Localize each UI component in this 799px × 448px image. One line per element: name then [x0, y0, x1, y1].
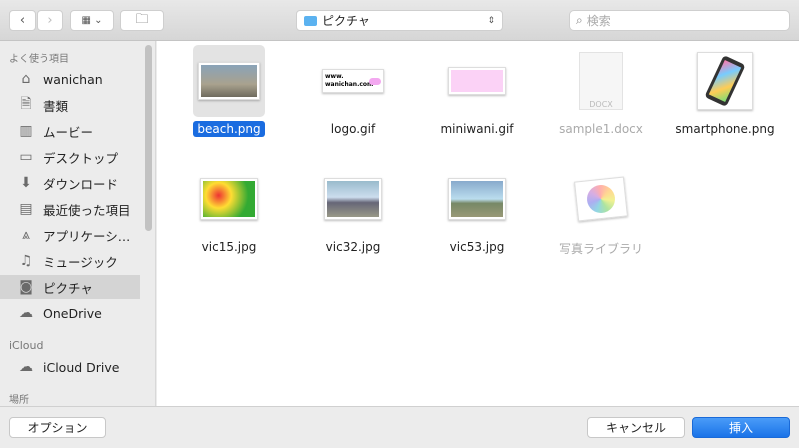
file-thumbnail: www. wanichan.com	[317, 45, 389, 117]
sidebar-item-label: ミュージック	[43, 254, 118, 270]
cloud-icon: ☁	[19, 305, 33, 321]
bottom-bar: オプション キャンセル 挿入	[0, 406, 799, 448]
file-item[interactable]: www. wanichan.com logo.gif	[293, 45, 413, 137]
camera-icon: ◙	[19, 279, 33, 295]
file-thumbnail	[317, 163, 389, 235]
file-thumbnail	[565, 163, 637, 235]
file-grid: beach.png www. wanichan.com logo.gif miniwan…	[157, 41, 799, 406]
applications-icon: ⩓	[22, 227, 30, 243]
sidebar-item-9[interactable]: ☁ OneDrive	[0, 301, 140, 325]
file-name: smartphone.png	[675, 122, 775, 136]
recents-icon: ▤	[19, 201, 33, 217]
updown-chevron-icon: ⇕	[487, 15, 495, 26]
file-item[interactable]: vic32.jpg	[293, 163, 413, 255]
sidebar-item-label: 最近使った項目	[43, 202, 131, 218]
file-name: logo.gif	[330, 122, 376, 136]
sidebar-item-2[interactable]: ▥ ムービー	[0, 119, 140, 143]
search-input[interactable]: ⌕ 検索	[569, 10, 790, 31]
file-item[interactable]: 写真ライブラリ	[541, 163, 661, 258]
cancel-button[interactable]: キャンセル	[587, 417, 685, 438]
sidebar-item-7[interactable]: ♫ ミュージック	[0, 249, 140, 273]
home-icon: ⌂	[21, 71, 31, 87]
back-button[interactable]: ‹	[9, 10, 36, 31]
file-name: vic15.jpg	[201, 240, 257, 254]
file-item[interactable]: DOCX sample1.docx	[541, 45, 661, 137]
sidebar-item-icloud-drive[interactable]: ☁ iCloud Drive	[0, 355, 140, 379]
search-placeholder: 検索	[586, 14, 611, 28]
file-thumbnail	[441, 163, 513, 235]
folder-icon	[304, 15, 317, 26]
file-name: miniwani.gif	[440, 122, 514, 136]
new-folder-button[interactable]: 🗀	[120, 10, 164, 31]
file-thumbnail	[193, 45, 265, 117]
location-label: ピクチャ	[322, 14, 370, 28]
sidebar-scrollbar[interactable]	[145, 45, 152, 231]
sidebar-item-4[interactable]: ⬇ ダウンロード	[0, 171, 140, 195]
sidebar-item-label: OneDrive	[43, 305, 102, 321]
places-header: 場所	[9, 395, 29, 406]
documents-icon: 🗎	[20, 96, 32, 112]
desktop-icon: ▭	[19, 149, 33, 165]
chevron-left-icon: ‹	[19, 13, 26, 28]
sidebar-item-6[interactable]: ⩓ アプリケーシ…	[0, 223, 140, 247]
file-name: sample1.docx	[559, 122, 643, 136]
logo-image: www. wanichan.com	[322, 69, 384, 93]
forward-button[interactable]: ›	[37, 10, 63, 31]
favorites-header: よく使う項目	[9, 54, 69, 65]
file-item[interactable]: smartphone.png	[665, 45, 785, 137]
sidebar-item-1[interactable]: 🗎 書類	[0, 93, 140, 117]
sidebar-item-label: デスクトップ	[43, 150, 119, 166]
view-mode-button[interactable]: ▦ ⌄	[70, 10, 114, 31]
sidebar-item-0[interactable]: ⌂ wanichan	[0, 67, 140, 91]
location-popup[interactable]: ピクチャ ⇕	[296, 10, 503, 31]
file-name: vic32.jpg	[325, 240, 381, 254]
file-item[interactable]: vic53.jpg	[417, 163, 537, 255]
file-name: vic53.jpg	[449, 240, 505, 254]
sidebar-item-label: アプリケーシ…	[43, 228, 131, 244]
icloud-header: iCloud	[9, 339, 44, 352]
sidebar-item-5[interactable]: ▤ 最近使った項目	[0, 197, 140, 221]
file-thumbnail	[441, 45, 513, 117]
file-thumbnail	[689, 45, 761, 117]
sidebar-item-label: 書類	[43, 98, 69, 114]
sidebar-item-label: wanichan	[43, 71, 103, 87]
film-icon: ▥	[19, 123, 33, 139]
file-item[interactable]: vic15.jpg	[169, 163, 289, 255]
search-icon: ⌕	[576, 13, 583, 27]
file-name: beach.png	[193, 121, 265, 137]
sidebar-item-label: ダウンロード	[43, 176, 119, 192]
chevron-right-icon: ›	[47, 13, 53, 28]
file-thumbnail	[193, 163, 265, 235]
sidebar-item-8[interactable]: ◙ ピクチャ	[0, 275, 140, 299]
sidebar: よく使う項目 ⌂ wanichan 🗎 書類 ▥ ムービー ▭ デスクトップ ⬇ ダウンロード ▤ 最…	[0, 41, 156, 406]
file-item[interactable]: miniwani.gif	[417, 45, 537, 137]
grid-icon: ▦ ⌄	[81, 15, 103, 26]
new-folder-icon: 🗀	[135, 11, 149, 27]
options-button[interactable]: オプション	[9, 417, 106, 438]
file-item[interactable]: beach.png	[169, 45, 289, 137]
sidebar-item-label: ピクチャ	[43, 280, 93, 296]
cloud-outline-icon: ☁	[19, 359, 33, 375]
sidebar-item-label: iCloud Drive	[43, 359, 120, 375]
toolbar: ‹ › ▦ ⌄ 🗀 ピクチャ ⇕ ⌕ 検索	[0, 0, 799, 41]
file-name: 写真ライブラリ	[558, 242, 643, 256]
download-icon: ⬇	[20, 175, 32, 191]
file-thumbnail: DOCX	[565, 45, 637, 117]
music-icon: ♫	[19, 253, 33, 269]
insert-button[interactable]: 挿入	[692, 417, 790, 438]
sidebar-item-3[interactable]: ▭ デスクトップ	[0, 145, 140, 169]
sidebar-item-label: ムービー	[43, 124, 94, 140]
